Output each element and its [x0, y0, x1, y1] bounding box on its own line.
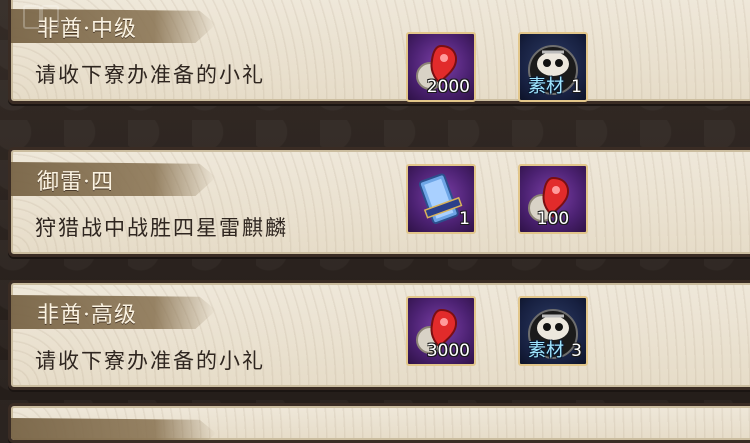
task-description: 狩猎战中战胜四星雷麒麟 [35, 216, 288, 240]
reward-quantity: 1 [571, 77, 582, 97]
reward-quantity: 3000 [426, 341, 470, 361]
reward-slot[interactable]: 1 [406, 164, 476, 234]
reward-slot[interactable]: 2000 [406, 32, 476, 102]
reward-quantity: 2000 [426, 77, 470, 97]
reward-slot[interactable]: 素材 3 [518, 296, 588, 366]
task-description: 请收下寮办准备的小礼 [35, 349, 265, 373]
task-title: 御雷·四 [37, 170, 114, 195]
reward-quantity: 1 [459, 209, 470, 229]
reward-slot[interactable]: 素材 1 [518, 32, 588, 102]
material-label: 素材 [528, 76, 564, 97]
task-title: 非酋·中级 [37, 17, 137, 42]
task-description: 请收下寮办准备的小礼 [35, 63, 265, 87]
reward-quantity: 3 [571, 341, 582, 361]
reward-slot[interactable]: 100 [518, 164, 588, 234]
task-card[interactable] [8, 403, 750, 443]
task-title: 非酋·高级 [37, 303, 137, 328]
reward-quantity: 100 [536, 209, 570, 229]
task-card[interactable]: 非酋·高级 请收下寮办准备的小礼 [8, 280, 750, 390]
task-card[interactable]: 非酋·中级 请收下寮办准备的小礼 [8, 0, 750, 104]
task-list[interactable]: 非酋·中级 请收下寮办准备的小礼 御雷·四 狩猎战中战胜四星雷麒麟 非酋·高级 … [0, 0, 750, 443]
material-label: 素材 [528, 340, 564, 361]
task-card[interactable]: 御雷·四 狩猎战中战胜四星雷麒麟 [8, 147, 750, 257]
reward-slot[interactable]: 3000 [406, 296, 476, 366]
